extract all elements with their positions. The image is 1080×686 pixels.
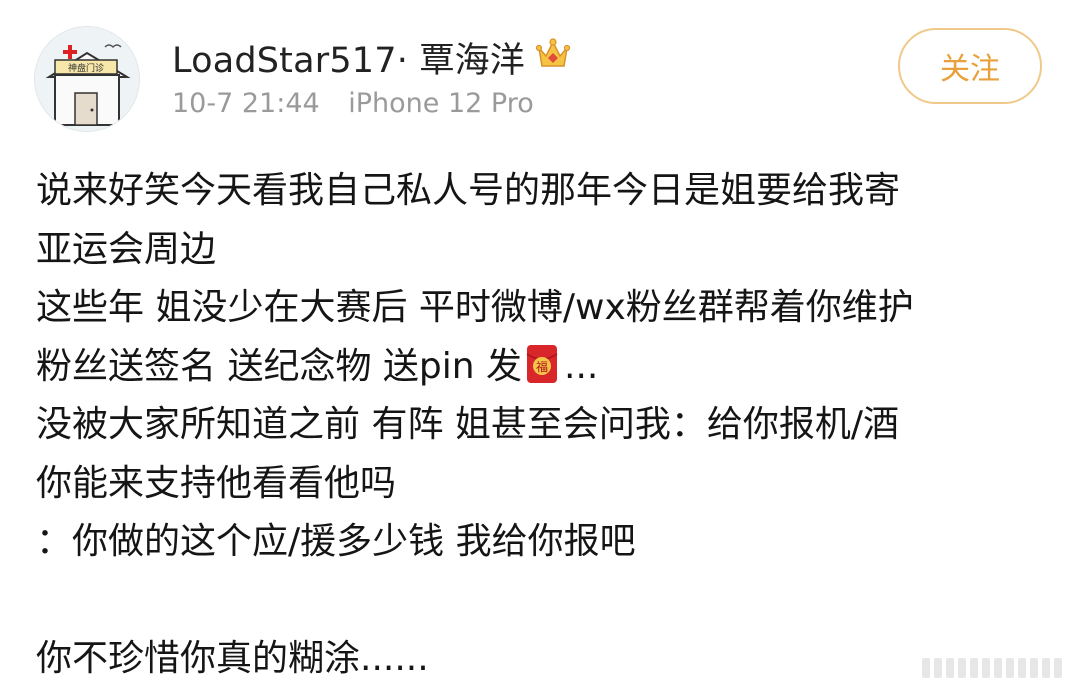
post-text-line: 你不珍惜你真的糊涂......	[36, 638, 429, 679]
red-envelope-icon: 福	[526, 344, 558, 403]
post-text-line: 粉丝送签名 送纪念物 送pin 发 福 ...	[36, 338, 1046, 397]
author-name[interactable]: LoadStar517· 覃海洋	[172, 32, 571, 83]
avatar[interactable]: 神盘门诊	[34, 26, 140, 132]
avatar-clinic-drawing: 神盘门诊	[35, 27, 139, 131]
post-text-line: 说来好笑今天看我自己私人号的那年今日是姐要给我寄	[36, 170, 901, 211]
post-meta: 10-7 21:44 iPhone 12 Pro	[172, 88, 534, 119]
post-text-segment: ...	[564, 345, 599, 387]
post-device: iPhone 12 Pro	[348, 88, 534, 119]
post-body: 说来好笑今天看我自己私人号的那年今日是姐要给我寄 亚运会周边 这些年 姐没少在大…	[36, 162, 1046, 686]
post-text-line: 亚运会周边	[36, 228, 217, 270]
weibo-post: 神盘门诊 LoadStar517· 覃海洋 10-7 21:44 iPhone …	[0, 0, 1080, 686]
post-time: 10-7 21:44	[172, 88, 320, 119]
crown-icon	[535, 36, 571, 79]
post-text-line: 这些年 姐没少在大赛后 平时微博/wx粉丝群帮着你维护	[36, 287, 914, 328]
post-text-segment: 粉丝送签名 送纪念物 送pin 发	[36, 345, 523, 387]
author-name-text[interactable]: LoadStar517· 覃海洋	[172, 32, 525, 83]
post-text-line: 没被大家所知道之前 有阵 姐甚至会问我：给你报机/酒	[36, 404, 900, 445]
follow-button[interactable]: 关注	[898, 28, 1042, 104]
watermark-mark	[922, 658, 1072, 680]
post-text-line: ：你做的这个应/援多少钱 我给你报吧	[36, 521, 636, 562]
avatar-sign-text: 神盘门诊	[68, 62, 104, 74]
post-text-line: 你能来支持他看看他吗	[36, 462, 397, 504]
red-envelope-text: 福	[536, 359, 548, 374]
